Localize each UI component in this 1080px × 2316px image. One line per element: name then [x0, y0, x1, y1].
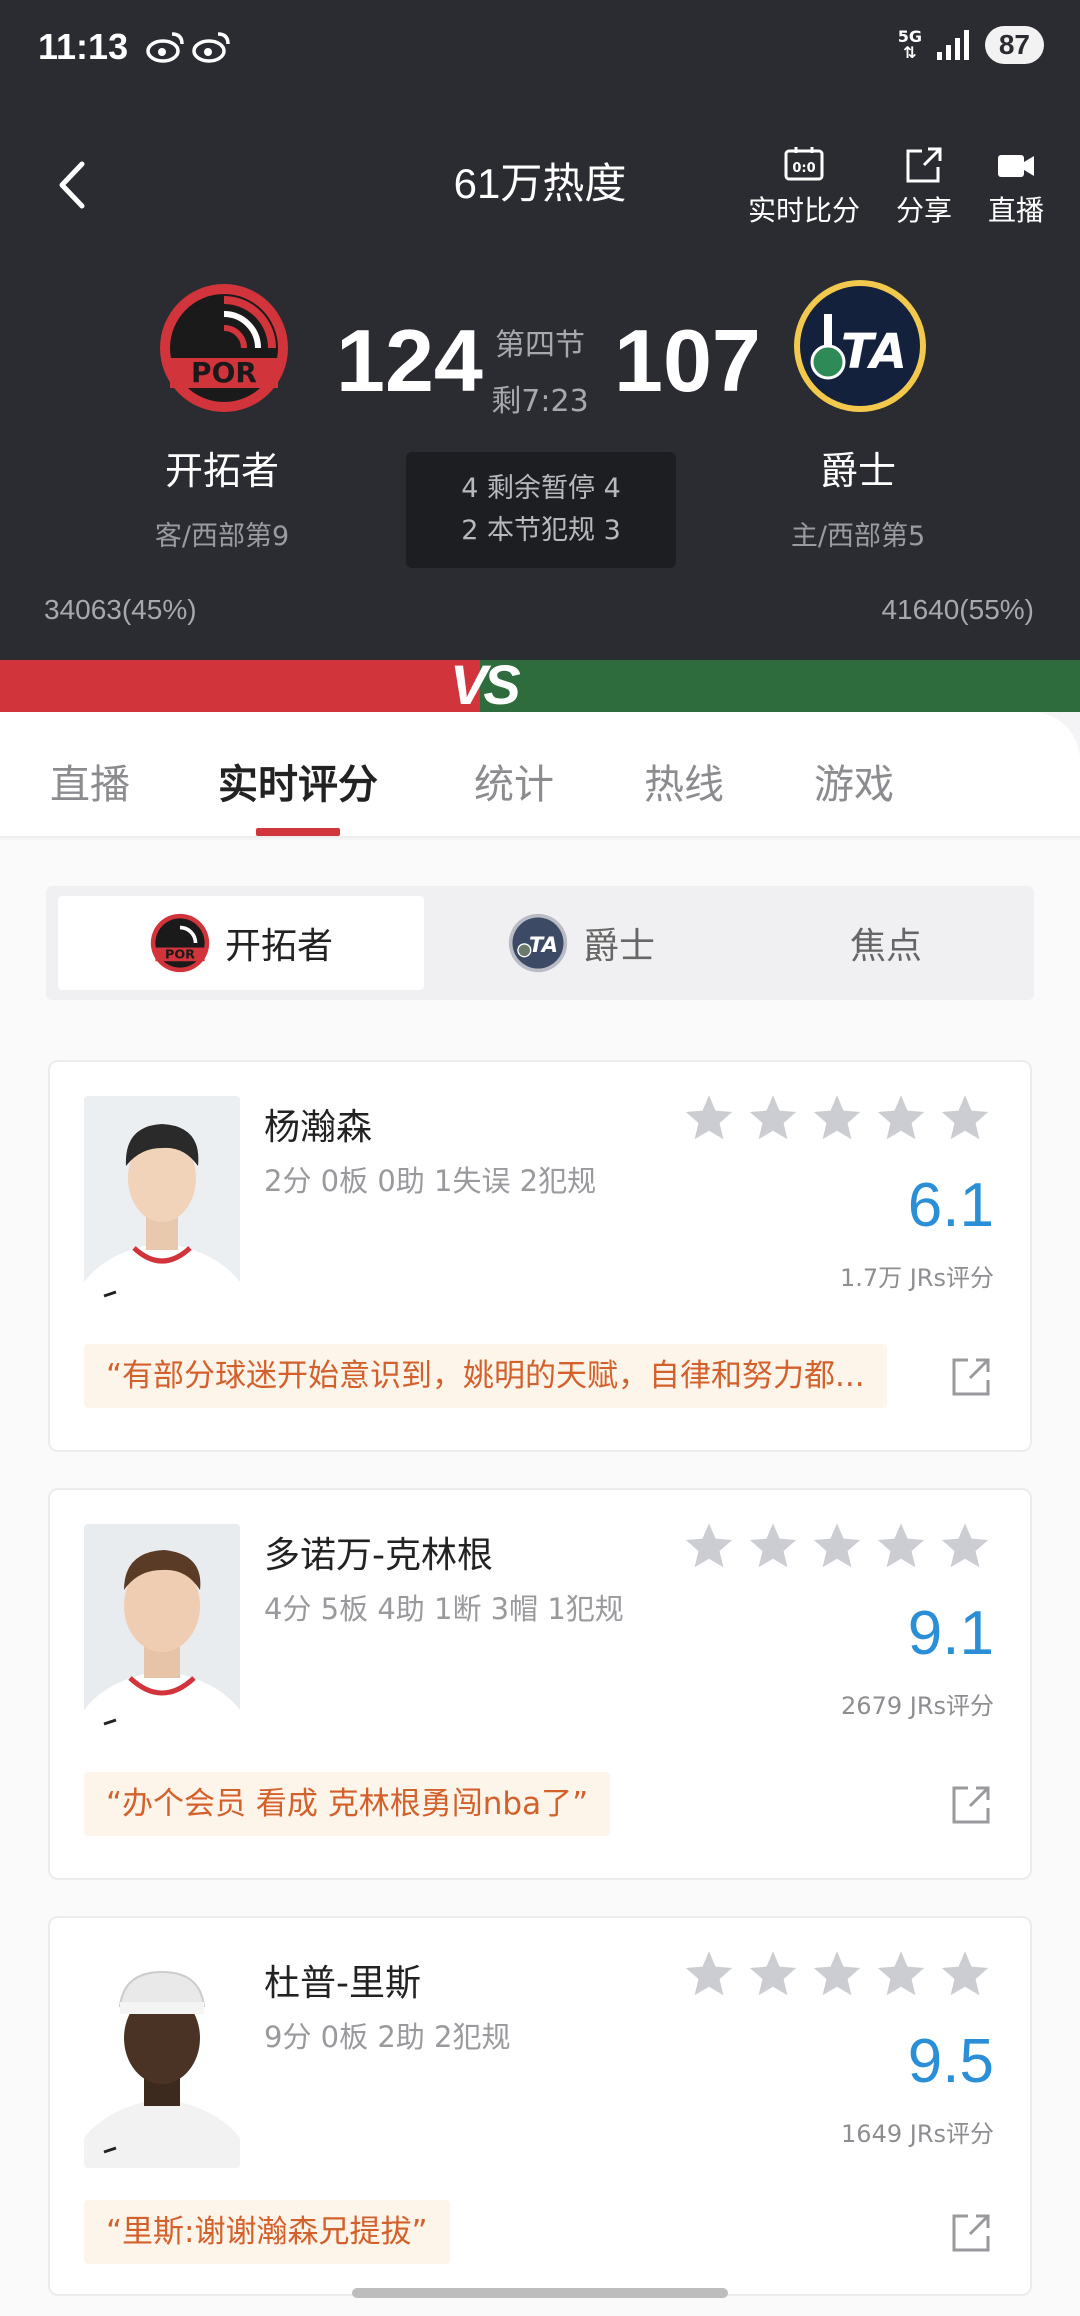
- star-icon[interactable]: [938, 1520, 992, 1574]
- star-icon[interactable]: [746, 1948, 800, 2002]
- segment-jazz[interactable]: TA 爵士: [436, 896, 726, 990]
- star-icon[interactable]: [682, 1948, 736, 2002]
- svg-text:TA: TA: [529, 933, 558, 957]
- home-score: 107: [614, 311, 761, 410]
- rating-count: 1.7万 JRs评分: [839, 1264, 994, 1292]
- player-stats: 9分 0板 2助 2犯规: [264, 2020, 511, 2054]
- tab-stats[interactable]: 统计: [474, 752, 554, 810]
- active-tab-indicator: [256, 828, 340, 836]
- star-icon[interactable]: [810, 1948, 864, 2002]
- segment-label: 焦点: [849, 926, 922, 967]
- tab-hotline[interactable]: 热线: [644, 752, 724, 810]
- away-team-name: 开拓者: [164, 449, 279, 493]
- jazz-logo: TA: [508, 913, 568, 973]
- live-stream-label: 直播: [987, 194, 1044, 227]
- game-header: 11:13 5G ⇅ 87 61万热度 0:0 实时比分 分享 直播 POR 1…: [0, 0, 1080, 660]
- share-button[interactable]: 分享: [896, 145, 952, 229]
- segment-focus[interactable]: 焦点: [746, 896, 1026, 990]
- star-icon[interactable]: [938, 1092, 992, 1146]
- share-icon: [906, 147, 942, 183]
- live-score-button[interactable]: 0:0 实时比分: [748, 145, 860, 229]
- star-icon[interactable]: [874, 1092, 928, 1146]
- player-name: 多诺万-克林根: [264, 1535, 493, 1576]
- share-label: 分享: [895, 194, 952, 227]
- svg-text:0:0: 0:0: [792, 161, 815, 176]
- weibo-icon: [146, 32, 184, 63]
- fouls-line: 2 本节犯规 3: [461, 515, 621, 546]
- star-icon[interactable]: [682, 1092, 736, 1146]
- player-card[interactable]: 多诺万-克林根 4分 5板 4助 1断 3帽 1犯规 9.1 2679 JRs评…: [48, 1488, 1032, 1880]
- share-icon[interactable]: [950, 2212, 992, 2254]
- svg-text:TA: TA: [841, 324, 907, 380]
- hot-comment[interactable]: “有部分球迷开始意识到，姚明的天赋，自律和努力都...: [84, 1344, 887, 1408]
- rating-stars[interactable]: [682, 1520, 992, 1574]
- timeouts-fouls-box: 4 剩余暂停 4 2 本节犯规 3: [406, 452, 676, 568]
- player-rating: 9.1: [907, 1599, 994, 1668]
- home-indicator[interactable]: [352, 2288, 728, 2298]
- live-score-label: 实时比分: [747, 194, 860, 227]
- share-icon[interactable]: [950, 1356, 992, 1398]
- rating-count: 2679 JRs评分: [841, 1692, 994, 1720]
- vs-label: VS: [450, 653, 521, 716]
- star-icon[interactable]: [938, 1948, 992, 2002]
- status-time: 11:13: [38, 26, 129, 67]
- home-votes: 41640(55%): [881, 594, 1034, 625]
- home-team-name: 爵士: [819, 449, 896, 493]
- player-rating: 6.1: [907, 1171, 994, 1240]
- home-support-bar: [480, 660, 1080, 712]
- tab-live[interactable]: 直播: [50, 752, 130, 810]
- player-card[interactable]: 杜普-里斯 9分 0板 2助 2犯规 9.5 1649 JRs评分 “里斯:谢谢…: [48, 1916, 1032, 2296]
- network-5g-indicator: 5G ⇅: [897, 27, 922, 62]
- share-icon[interactable]: [950, 1784, 992, 1826]
- player-stats: 2分 0板 0助 1失误 2犯规: [264, 1164, 597, 1198]
- player-photo: [84, 1524, 240, 1740]
- segment-trail-blazers[interactable]: POR 开拓者: [58, 896, 424, 990]
- player-card[interactable]: 杨瀚森 2分 0板 0助 1失误 2犯规 6.1 1.7万 JRs评分 “有部分…: [48, 1060, 1032, 1452]
- weibo-icon: [192, 32, 230, 63]
- player-name: 杜普-里斯: [264, 1963, 421, 2004]
- rating-stars[interactable]: [682, 1092, 992, 1146]
- timeouts-line: 4 剩余暂停 4: [461, 473, 621, 504]
- away-support-bar: [0, 660, 480, 712]
- jazz-logo[interactable]: TA: [792, 278, 928, 414]
- rating-stars[interactable]: [682, 1948, 992, 2002]
- battery-indicator: 87: [984, 26, 1044, 64]
- segment-label: 开拓者: [224, 926, 333, 967]
- player-rating: 9.5: [907, 2027, 994, 2096]
- scoreboard-icon: 0:0: [784, 147, 824, 181]
- star-icon[interactable]: [682, 1520, 736, 1574]
- home-team-rank: 主/西部第5: [790, 521, 926, 552]
- player-name: 杨瀚森: [264, 1107, 373, 1148]
- segment-label: 爵士: [582, 926, 655, 967]
- support-vote-bar[interactable]: [0, 660, 1080, 712]
- star-icon[interactable]: [874, 1948, 928, 2002]
- rating-count: 1649 JRs评分: [841, 2120, 994, 2148]
- star-icon[interactable]: [874, 1520, 928, 1574]
- star-icon[interactable]: [810, 1520, 864, 1574]
- star-icon[interactable]: [810, 1092, 864, 1146]
- tab-games[interactable]: 游戏: [814, 752, 894, 810]
- hot-comment[interactable]: “里斯:谢谢瀚森兄提拔”: [84, 2200, 450, 2264]
- trail-blazers-logo: POR: [150, 913, 210, 973]
- video-camera-icon: [997, 155, 1034, 177]
- team-segment-control: POR 开拓者 TA 爵士 焦点: [46, 886, 1034, 1000]
- away-votes: 34063(45%): [44, 594, 197, 625]
- away-team-rank: 客/西部第9: [154, 521, 290, 552]
- star-icon[interactable]: [746, 1520, 800, 1574]
- hot-comment[interactable]: “办个会员 看成 克林根勇闯nba了”: [84, 1772, 611, 1836]
- status-bar: 11:13 5G ⇅ 87: [0, 0, 1080, 95]
- star-icon[interactable]: [746, 1092, 800, 1146]
- player-photo: [84, 1952, 240, 2168]
- player-stats: 4分 5板 4助 1断 3帽 1犯规: [264, 1592, 624, 1626]
- tab-bar: 直播 实时评分 统计 热线 游戏: [0, 712, 1080, 838]
- signal-icon: [936, 30, 969, 60]
- svg-text:POR: POR: [165, 948, 195, 963]
- live-stream-button[interactable]: 直播: [988, 145, 1044, 229]
- player-photo: [84, 1096, 240, 1312]
- tab-live-rating[interactable]: 实时评分: [218, 752, 378, 810]
